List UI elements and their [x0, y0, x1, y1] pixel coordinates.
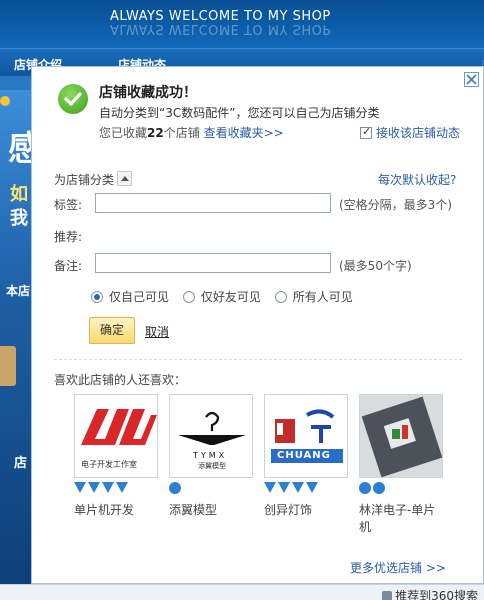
header-fragment: ▔▔▔▔ [90, 0, 124, 7]
note-hint: (最多50个字) [339, 259, 412, 273]
shop-logo-3[interactable]: CHUANG [264, 394, 348, 478]
radio-selected-icon [91, 291, 103, 303]
shop-name-2[interactable]: 添翼模型 [169, 502, 255, 519]
shop-name-3[interactable]: 创异灯饰 [264, 502, 350, 519]
diamond-icon [278, 482, 290, 493]
banner-line-1: 如 [10, 184, 28, 205]
default-collapse-link[interactable]: 每次默认收起? [378, 171, 456, 188]
tymx-logo-text: TYMX [193, 451, 228, 460]
thumbs-up-icon [382, 591, 393, 600]
shop-rating-gems [74, 482, 160, 496]
section-divider [54, 359, 462, 360]
diamond-icon [292, 482, 304, 493]
gold-ornament [0, 96, 10, 106]
crown-icon [169, 482, 181, 494]
close-icon [466, 74, 477, 85]
diamond-icon [88, 482, 100, 493]
tag-hint: (空格分隔，最多3个) [339, 198, 452, 212]
dianzi-logo-caption: 电子开发工作室 [81, 460, 137, 469]
radio-empty-icon [274, 291, 287, 303]
visibility-label-friends: 仅好友可见 [200, 290, 261, 304]
diamond-icon [306, 482, 318, 493]
recommended-shop-card: 电子开发工作室 单片机开发 [74, 394, 160, 519]
visibility-option-friends[interactable]: 仅好友可见 [182, 290, 261, 304]
visibility-option-everyone[interactable]: 所有人可见 [274, 290, 353, 304]
recommended-shop-card: 林洋电子-单片机 [359, 394, 445, 536]
recommend-360-label: 推荐到360搜索 [395, 589, 478, 600]
shopping-bag-image [0, 346, 16, 386]
diamond-icon [116, 482, 128, 493]
crown-icon [359, 482, 371, 494]
chip-board-image [360, 395, 442, 477]
shop-rating-gems [359, 482, 445, 496]
desc-suffix: ”，您还可以自己为店铺分类 [229, 106, 380, 120]
collapse-toggle-button[interactable] [117, 171, 132, 186]
shop-rating-gems [264, 482, 350, 496]
shop-logo-4[interactable] [359, 394, 443, 478]
success-title: 店铺收藏成功！ [99, 85, 197, 101]
visibility-label-self: 仅自己可见 [109, 290, 170, 304]
visibility-option-self[interactable]: 仅自己可见 [91, 290, 169, 304]
shop-slogan-reflection: ALWAYS WELCOME TO MY SHOP [110, 21, 331, 36]
collected-count-text: 您已收藏22个店铺 查看收藏夹>> [99, 124, 284, 141]
collected-prefix: 您已收藏 [99, 126, 148, 140]
recommend-shops-title: 喜欢此店铺的人还喜欢： [54, 373, 187, 387]
cancel-link[interactable]: 取消 [145, 323, 169, 340]
banner-line-2: 我 [10, 208, 28, 229]
checkbox-checked-icon [360, 125, 372, 139]
recommend-label: 推荐: [54, 230, 83, 244]
collected-suffix: 个店铺 [163, 126, 200, 140]
desc-prefix: 自动分类到“ [99, 106, 166, 120]
tymx-logo-caption: 添翼模型 [198, 462, 226, 470]
shop-logo-1[interactable]: 电子开发工作室 [74, 394, 158, 478]
diamond-icon [74, 482, 86, 493]
follow-shop-checkbox[interactable]: 接收该店铺动态 [360, 124, 460, 141]
note-input[interactable] [95, 253, 331, 273]
bottom-bar: 推荐到360搜索 [0, 584, 484, 600]
category-section-label: 为店铺分类 [54, 173, 115, 187]
shop-name-1[interactable]: 单片机开发 [74, 502, 160, 519]
success-check-icon [58, 84, 88, 114]
shop-left-banner: 感 如 我 本店 店 [0, 76, 42, 586]
view-favorites-link[interactable]: 查看收藏夹>> [204, 126, 284, 140]
shop-logo-2[interactable]: TYMX 添翼模型 [169, 394, 253, 478]
recommended-shop-card: TYMX 添翼模型 添翼模型 [169, 394, 255, 519]
chuang-logo-text: CHUANG [277, 450, 331, 461]
auto-category-text: 自动分类到“3C数码配件”，您还可以自己为店铺分类 [99, 104, 379, 121]
shop-name-4[interactable]: 林洋电子-单片机 [359, 502, 445, 536]
note-label: 备注: [54, 259, 83, 273]
radio-empty-icon [182, 291, 195, 303]
tag-input[interactable] [95, 193, 331, 213]
confirm-button[interactable]: 确定 [89, 317, 135, 344]
desc-category: 3C数码配件 [165, 106, 230, 120]
banner-tag-1: 本店 [6, 284, 31, 298]
banner-tag-2: 店 [14, 456, 28, 471]
close-button[interactable] [464, 72, 479, 87]
recommended-shop-card: CHUANG 创异灯饰 [264, 394, 350, 519]
diamond-icon [102, 482, 114, 493]
tag-label: 标签: [54, 198, 83, 212]
crown-icon [373, 482, 385, 494]
more-shops-link[interactable]: 更多优选店铺 >> [350, 559, 446, 576]
follow-shop-label: 接收该店铺动态 [376, 126, 461, 140]
diamond-icon [264, 482, 276, 493]
visibility-radio-group: 仅自己可见 仅好友可见 所有人可见 [91, 288, 363, 305]
visibility-label-everyone: 所有人可见 [292, 290, 353, 304]
collected-count: 22 [147, 126, 164, 140]
chuangyi-logo-image [271, 409, 343, 463]
shop-header: ▔▔▔▔ ALWAYS WELCOME TO MY SHOP ALWAYS WE… [0, 0, 484, 48]
recommend-360-link[interactable]: 推荐到360搜索 [382, 587, 478, 600]
shop-rating-gems [169, 482, 255, 496]
